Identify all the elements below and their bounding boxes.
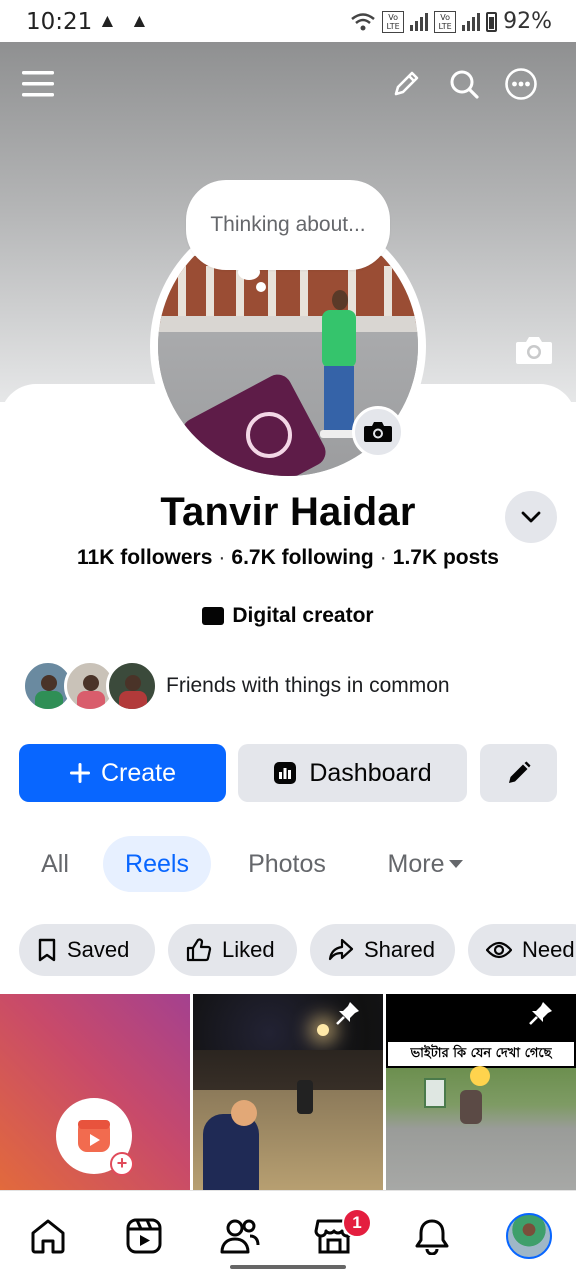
chip-label: Liked <box>222 937 275 962</box>
pin-icon <box>335 1000 361 1031</box>
friends-icon[interactable] <box>220 1216 260 1256</box>
tab-label: All <box>41 849 69 878</box>
battery-icon <box>486 11 498 32</box>
dashboard-button[interactable]: Dashboard <box>238 744 467 802</box>
clapperboard-icon <box>202 607 225 625</box>
profile-stats: 11K followers · 6.7K following · 1.7K posts <box>0 546 576 570</box>
pencil-icon[interactable] <box>388 66 424 102</box>
friend-avatar <box>106 660 158 712</box>
tab-reels[interactable]: Reels <box>103 836 211 892</box>
notification-badge: 1 <box>342 1208 372 1238</box>
followers-count[interactable]: 11K followers <box>77 546 212 569</box>
avatar-steps <box>158 316 418 332</box>
battery-level: 92% <box>503 9 552 34</box>
home-icon[interactable] <box>28 1216 68 1256</box>
eye-icon <box>486 941 512 959</box>
volte-icon: Vo LTE <box>434 10 457 33</box>
video-icon[interactable] <box>124 1216 164 1256</box>
dashboard-label: Dashboard <box>309 758 432 787</box>
menu-icon[interactable] <box>20 66 56 102</box>
tab-all[interactable]: All <box>30 836 80 892</box>
thought-bubble-tail <box>238 264 260 280</box>
search-icon[interactable] <box>446 66 482 102</box>
chevron-down-icon[interactable] <box>505 491 557 543</box>
reel-rider <box>460 1090 482 1124</box>
status-indicators: Vo LTE Vo LTE 92% <box>350 9 552 34</box>
reel-road <box>386 1068 576 1190</box>
avatar-person-head <box>332 290 348 310</box>
chip-label: Saved <box>67 937 130 962</box>
cover-camera-icon[interactable] <box>514 334 554 371</box>
avatar-camera-icon[interactable] <box>352 406 404 458</box>
add-icon: + <box>110 1152 134 1176</box>
tab-label: Photos <box>248 849 326 878</box>
filter-need[interactable]: Need <box>468 924 576 976</box>
status-bar: 10:21 ▲ ▲ Vo LTE Vo LTE 92% <box>0 0 576 42</box>
reel-hand <box>231 1100 257 1126</box>
warning-icon: ▲ <box>98 11 117 32</box>
following-count[interactable]: 6.7K following <box>231 546 373 569</box>
profile-frame-icon <box>246 412 292 458</box>
signal-icon <box>410 12 429 31</box>
tab-more[interactable]: More <box>376 836 476 892</box>
mutual-friends-row[interactable]: Friends with things in common <box>22 660 450 712</box>
pencil-icon <box>508 761 530 783</box>
dashboard-icon <box>274 762 297 784</box>
reel-vehicle <box>424 1078 446 1108</box>
thought-bubble-dot <box>256 282 266 292</box>
more-icon[interactable] <box>503 66 539 102</box>
caret-down-icon <box>449 860 464 868</box>
home-indicator <box>230 1265 346 1269</box>
tab-label: More <box>387 849 445 878</box>
stats-separator: · <box>218 546 226 569</box>
profile-name: Tanvir Haidar <box>160 490 416 534</box>
reel-player <box>297 1080 313 1114</box>
chip-label: Shared <box>364 937 435 962</box>
mutual-friends-text: Friends with things in common <box>166 674 450 697</box>
create-label: Create <box>100 758 177 787</box>
volte-icon: Vo LTE <box>382 10 405 33</box>
thought-bubble[interactable]: Thinking about... <box>186 180 390 270</box>
chip-label: Need <box>522 937 575 962</box>
reel-caption: ভাইটার কি যেন দেখা গেছে <box>388 1042 574 1066</box>
edit-profile-button[interactable] <box>480 744 557 802</box>
create-button[interactable]: Create <box>19 744 226 802</box>
avatar-person <box>322 310 356 368</box>
tab-photos[interactable]: Photos <box>236 836 338 892</box>
bookmark-icon <box>38 938 56 962</box>
wifi-icon <box>351 12 375 30</box>
signal-icon <box>462 12 481 31</box>
pin-icon <box>528 1000 554 1031</box>
tab-label: Reels <box>125 849 189 878</box>
emoji-icon <box>470 1066 490 1086</box>
share-icon <box>328 938 354 961</box>
category-label: Digital creator <box>232 604 374 627</box>
reel-tile[interactable] <box>193 994 383 1190</box>
filter-shared[interactable]: Shared <box>310 924 455 976</box>
warning-icon: ▲ <box>130 11 149 32</box>
avatar-person-legs <box>324 366 354 432</box>
stats-separator: · <box>379 546 387 569</box>
profile-category: Digital creator <box>0 604 576 628</box>
posts-count[interactable]: 1.7K posts <box>393 546 499 569</box>
create-reel-tile[interactable]: + <box>0 994 190 1190</box>
status-time: 10:21 <box>26 9 93 35</box>
filter-saved[interactable]: Saved <box>19 924 155 976</box>
filter-liked[interactable]: Liked <box>168 924 297 976</box>
profile-avatar[interactable] <box>506 1213 552 1259</box>
street-lamp <box>317 1024 329 1036</box>
reel-foreground-person <box>203 1114 259 1190</box>
reel-tile[interactable]: ভাইটার কি যেন দেখা গেছে <box>386 994 576 1190</box>
plus-icon <box>69 763 90 783</box>
notifications-icon[interactable] <box>412 1216 452 1256</box>
thumbs-up-icon <box>186 938 212 962</box>
